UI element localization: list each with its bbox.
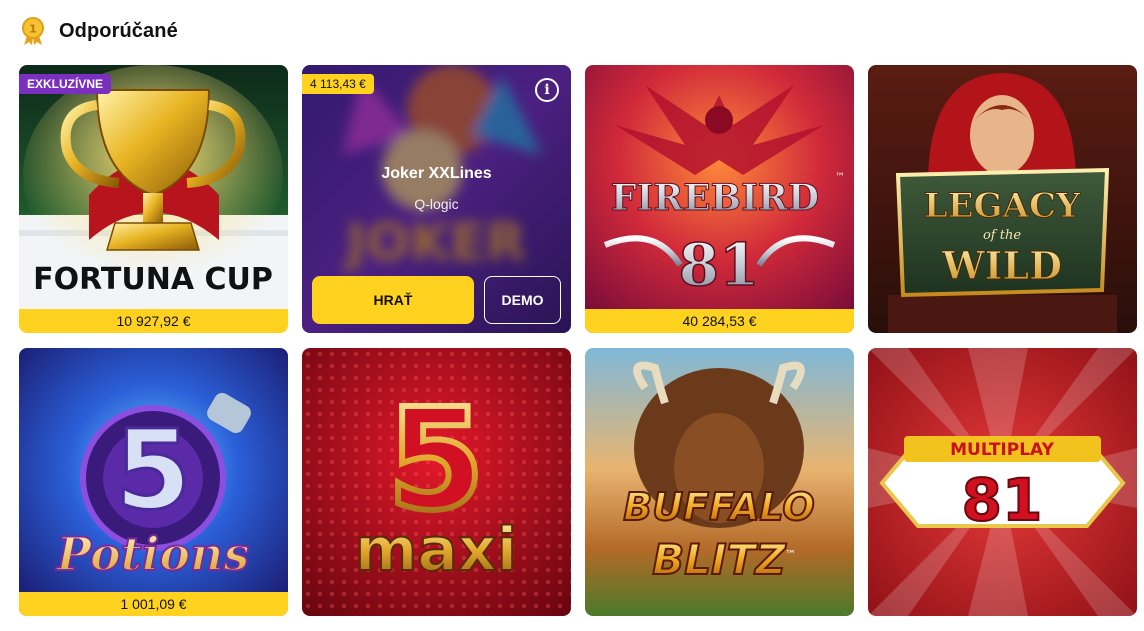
game-artwork: FIREBIRD ™ 81 (585, 65, 854, 333)
game-logo-text: maxi (355, 515, 517, 585)
game-artwork: LEGACY of the WILD (868, 65, 1137, 333)
game-tile-5-potions[interactable]: 5 Potions 1 001,09 € (19, 348, 288, 616)
game-logo-number: 81 (962, 466, 1043, 534)
game-logo-subtext: of the (983, 228, 1021, 243)
game-logo-text-2: WILD (941, 243, 1062, 288)
section-title: Odporúčané (59, 19, 178, 42)
info-icon[interactable]: i (535, 78, 559, 102)
game-logo-text: FORTUNA CUP (33, 262, 273, 297)
game-tile-buffalo-blitz[interactable]: BUFFALO BLITZ ™ (585, 348, 854, 616)
demo-button[interactable]: DEMO (484, 276, 561, 324)
game-logo-text: MULTIPLAY (950, 440, 1054, 460)
medal-icon: 1 (22, 17, 44, 45)
game-tile-firebird-81[interactable]: FIREBIRD ™ 81 40 284,53 € (585, 65, 854, 333)
jackpot-amount: 1 001,09 € (19, 592, 288, 616)
trademark-text: ™ (835, 172, 845, 183)
section-header: 1 Odporúčané (19, 16, 178, 46)
game-artwork: BUFFALO BLITZ ™ (585, 348, 854, 616)
game-logo-text: BUFFALO (623, 485, 814, 529)
game-artwork: 5 maxi (302, 348, 571, 616)
game-provider: Q-logic (414, 196, 459, 212)
game-tile-fortuna-cup[interactable]: FORTUNA CUP EXKLUZÍVNE 10 927,92 € (19, 65, 288, 333)
game-logo-text: Potions (55, 527, 250, 581)
game-artwork: FORTUNA CUP (19, 65, 288, 333)
game-tile-5-maxi[interactable]: 5 maxi (302, 348, 571, 616)
jackpot-amount: 10 927,92 € (19, 309, 288, 333)
games-grid: FORTUNA CUP EXKLUZÍVNE 10 927,92 € JOKER (19, 65, 1137, 616)
play-button[interactable]: HRAŤ (312, 276, 474, 324)
game-name: Joker XXLines (381, 165, 492, 182)
game-logo-number: 5 (115, 406, 192, 534)
trademark-text: ™ (785, 548, 796, 561)
game-logo-number: 81 (679, 231, 760, 299)
game-artwork: MULTIPLAY 81 (868, 348, 1137, 616)
game-artwork: 5 Potions (19, 348, 288, 616)
game-tile-legacy-of-the-wild[interactable]: LEGACY of the WILD (868, 65, 1137, 333)
game-tile-multiplay-81[interactable]: MULTIPLAY 81 (868, 348, 1137, 616)
game-logo-text-2: BLITZ (652, 535, 787, 584)
svg-text:1: 1 (29, 23, 37, 36)
game-tile-joker-xxlines[interactable]: JOKER 4 113,43 € i Joker XXLines Q-logic… (302, 65, 571, 333)
jackpot-badge: 4 113,43 € (302, 74, 374, 94)
game-logo-text: FIREBIRD (611, 177, 819, 219)
game-logo-text: LEGACY (924, 186, 1081, 226)
exclusive-badge: EXKLUZÍVNE (19, 74, 112, 94)
jackpot-amount: 40 284,53 € (585, 309, 854, 333)
